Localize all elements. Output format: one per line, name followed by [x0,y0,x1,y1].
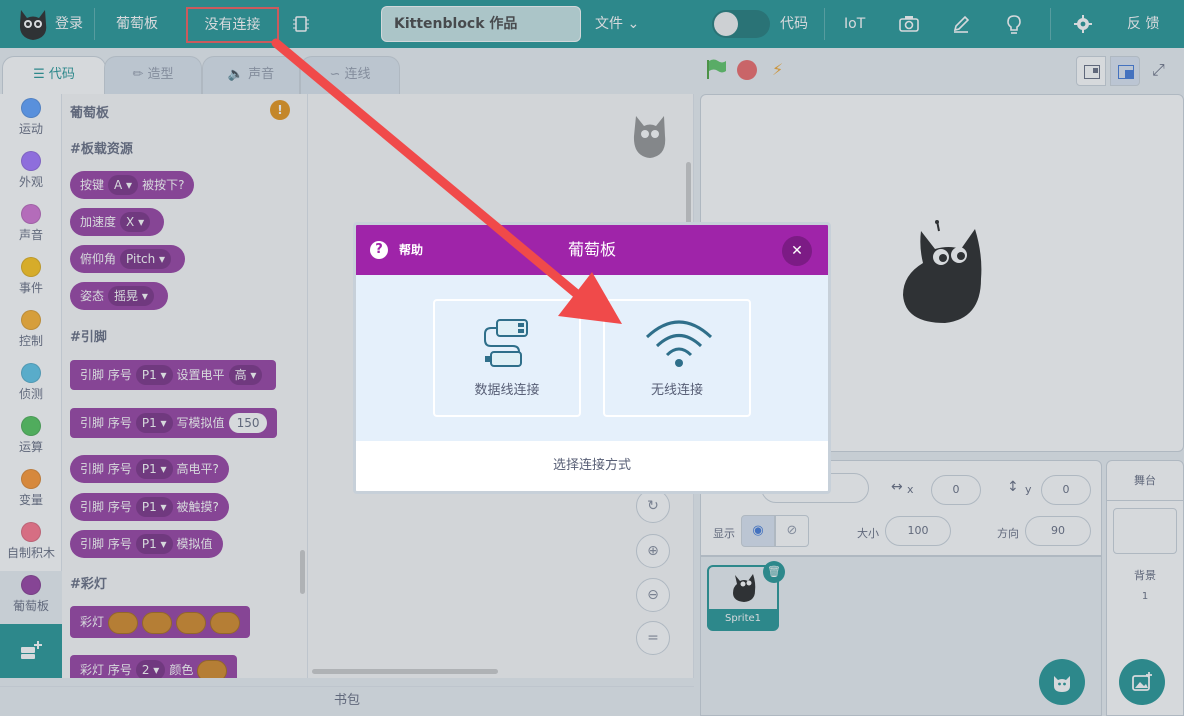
close-button[interactable]: ✕ [782,236,812,266]
usb-cable-icon [484,319,528,367]
wireless-option-label: 无线连接 [650,383,703,398]
dialog-footer-hint: 选择连接方式 [356,441,828,491]
connection-dialog: ? 帮助 葡萄板 ✕ 数据线连接 无线连接 选择连接方式 [353,222,831,494]
dialog-title: 葡萄板 [567,240,616,259]
usb-connection-option[interactable]: 数据线连接 [433,299,581,417]
close-icon: ✕ [791,243,803,259]
dialog-body: 数据线连接 无线连接 [356,275,828,441]
wireless-connection-option[interactable]: 无线连接 [603,299,751,417]
wifi-icon [645,320,713,367]
usb-option-label: 数据线连接 [474,383,540,398]
dialog-header: ? 帮助 葡萄板 ✕ [356,225,828,275]
